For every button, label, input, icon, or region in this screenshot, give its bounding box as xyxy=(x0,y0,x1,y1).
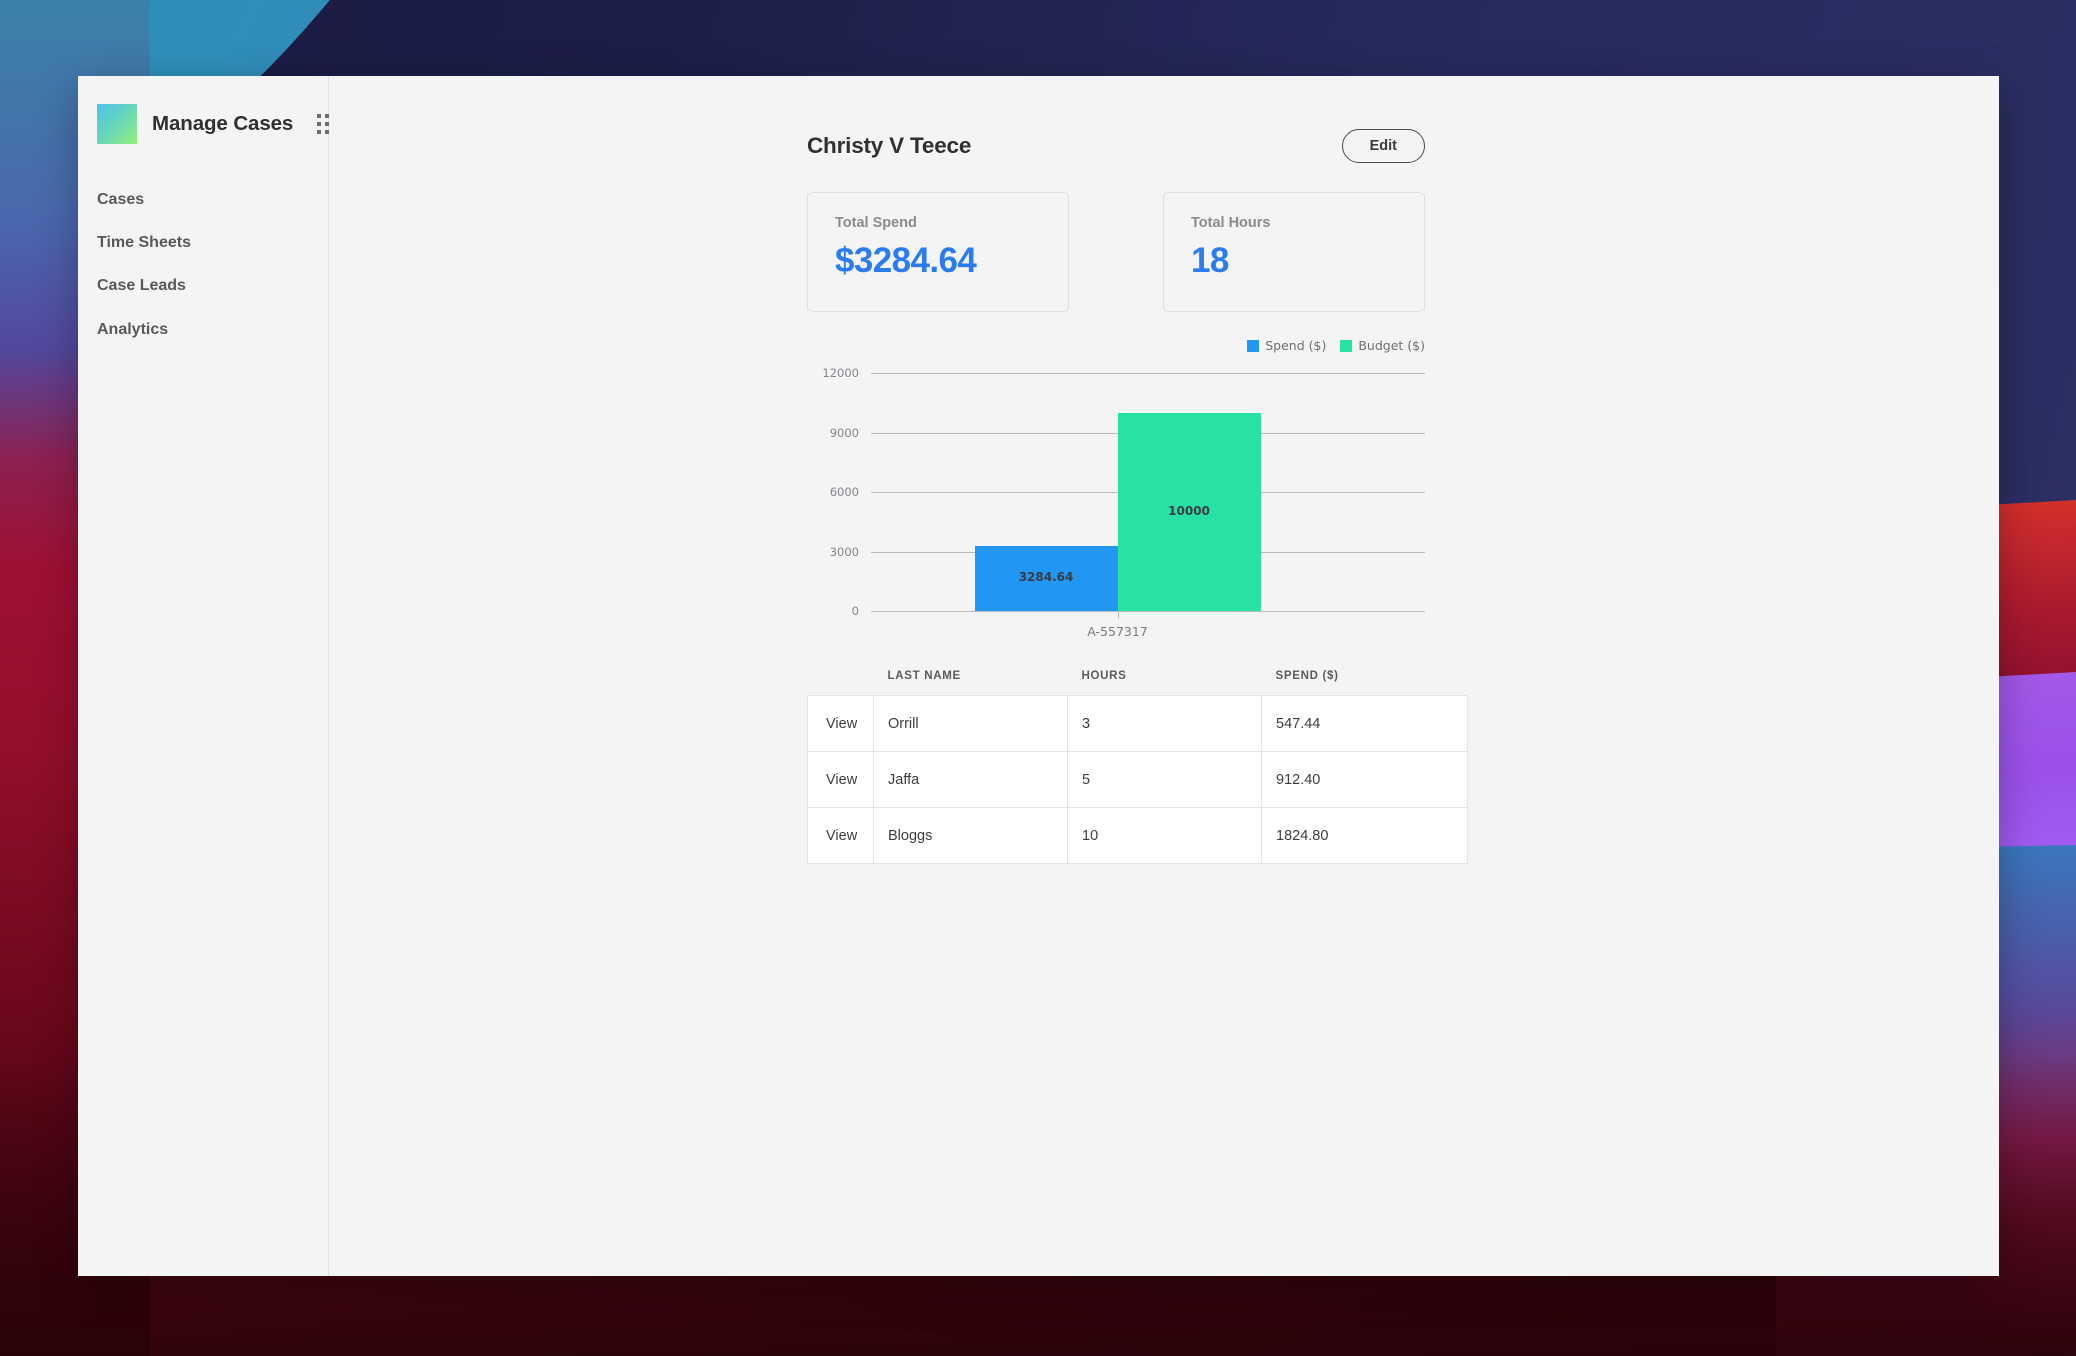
grid-dot xyxy=(317,122,322,126)
cell-hours: 10 xyxy=(1067,807,1262,864)
view-link[interactable]: View xyxy=(807,751,874,808)
table-row: View Jaffa 5 912.40 xyxy=(807,751,1468,808)
legend-swatch-spend xyxy=(1247,339,1260,352)
cell-spend: 1824.80 xyxy=(1261,807,1468,864)
main-content: Christy V Teece Edit Total Spend $3284.6… xyxy=(329,76,1999,1276)
table-head: LAST NAME HOURS SPEND ($) xyxy=(808,670,1468,696)
stat-value: $3284.64 xyxy=(835,241,977,280)
column-header-hours: HOURS xyxy=(1081,670,1127,682)
sidebar-nav: Cases Time Sheets Case Leads Analytics xyxy=(78,178,328,351)
stat-card-group: Total Spend $3284.64 Total Hours 18 xyxy=(807,192,1425,312)
column-header-last-name: LAST NAME xyxy=(887,670,961,682)
sidebar: Manage Cases Cases Time Sheets Case Lead… xyxy=(78,76,338,1276)
column-header-spend: SPEND ($) xyxy=(1275,670,1339,682)
chart-bar-value-label: 3284.64 xyxy=(1018,570,1074,585)
x-axis-tick xyxy=(1117,611,1119,618)
page-header: Christy V Teece Edit xyxy=(807,124,1425,168)
y-axis-tick-label: 3000 xyxy=(829,544,859,559)
sidebar-item-case-leads[interactable]: Case Leads xyxy=(78,264,328,307)
view-link[interactable]: View xyxy=(807,807,874,864)
cell-spend: 912.40 xyxy=(1261,751,1468,808)
cell-spend: 547.44 xyxy=(1261,695,1468,752)
chart-plot-area: 0 3000 6000 9000 12000 3284.64 10000 A-557317 xyxy=(807,364,1425,648)
grid-dot xyxy=(317,130,322,134)
y-axis-tick-label: 0 xyxy=(851,604,859,618)
brand-row: Manage Cases xyxy=(78,98,338,150)
chart-gridline xyxy=(871,611,1425,612)
cell-hours: 5 xyxy=(1067,751,1262,808)
legend-item-budget[interactable]: Budget ($) xyxy=(1340,338,1425,353)
table-body: View Orrill 3 547.44 View Jaffa 5 912.40 View Blo… xyxy=(807,695,1468,864)
detail-panel: Christy V Teece Edit Total Spend $3284.6… xyxy=(807,124,1468,864)
legend-item-spend[interactable]: Spend ($) xyxy=(1247,338,1326,353)
legend-label-spend: Spend ($) xyxy=(1265,338,1327,353)
timesheet-table: LAST NAME HOURS SPEND ($) View Orrill 3 547… xyxy=(807,670,1468,864)
sidebar-item-analytics[interactable]: Analytics xyxy=(78,308,328,351)
stat-value: 18 xyxy=(1191,241,1229,280)
chart-bar-value-label: 10000 xyxy=(1168,503,1210,518)
brand-title: Manage Cases xyxy=(152,112,294,135)
stat-card-total-spend: Total Spend $3284.64 xyxy=(807,192,1069,312)
app-logo-icon xyxy=(97,104,137,144)
app-window: Manage Cases Cases Time Sheets Case Lead… xyxy=(78,76,1999,1276)
legend-swatch-budget xyxy=(1340,339,1353,352)
stat-label: Total Hours xyxy=(1191,215,1271,231)
chart-legend: Spend ($) Budget ($) xyxy=(1247,338,1425,353)
sidebar-item-time-sheets[interactable]: Time Sheets xyxy=(78,221,328,264)
column-header-view xyxy=(808,670,874,696)
view-link[interactable]: View xyxy=(807,695,874,752)
edit-button[interactable]: Edit xyxy=(1341,128,1425,164)
table-header-row: LAST NAME HOURS SPEND ($) xyxy=(808,670,1468,696)
cell-last-name: Jaffa xyxy=(873,751,1068,808)
spend-budget-bar-chart: Spend ($) Budget ($) 0 3000 6000 9000 12000 3… xyxy=(807,338,1425,648)
sidebar-item-cases[interactable]: Cases xyxy=(78,178,328,221)
stat-label: Total Spend xyxy=(835,215,917,231)
stat-card-total-hours: Total Hours 18 xyxy=(1163,192,1425,312)
table-row: View Bloggs 10 1824.80 xyxy=(807,807,1468,864)
legend-label-budget: Budget ($) xyxy=(1358,338,1425,353)
chart-gridline xyxy=(871,373,1425,374)
cell-last-name: Bloggs xyxy=(873,807,1068,864)
y-axis-tick-label: 9000 xyxy=(829,425,859,440)
cell-hours: 3 xyxy=(1067,695,1262,752)
table-row: View Orrill 3 547.44 xyxy=(807,695,1468,752)
x-axis-category-label: A-557317 xyxy=(1087,624,1148,639)
cell-last-name: Orrill xyxy=(873,695,1068,752)
chart-bar-budget[interactable]: 10000 xyxy=(1117,412,1261,611)
y-axis-tick-label: 6000 xyxy=(829,485,859,499)
chart-bar-spend[interactable]: 3284.64 xyxy=(974,545,1118,611)
page-title: Christy V Teece xyxy=(807,133,972,158)
data-table: LAST NAME HOURS SPEND ($) View Orrill 3 547… xyxy=(807,670,1468,864)
grid-dot xyxy=(317,114,322,118)
y-axis-tick-label: 12000 xyxy=(822,366,859,380)
